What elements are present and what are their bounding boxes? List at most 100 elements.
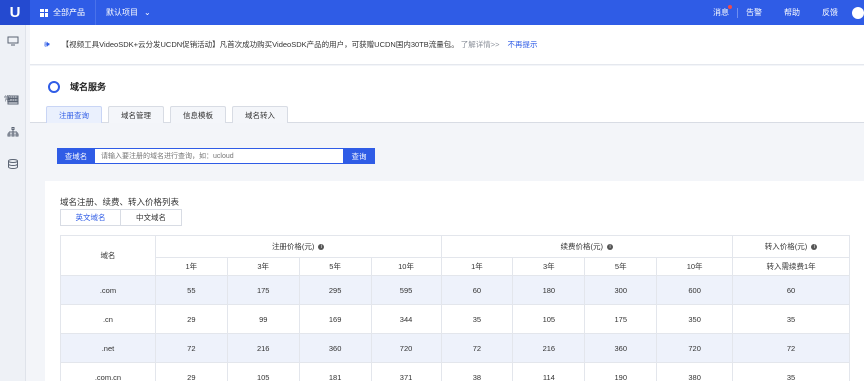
price-cell: 72 <box>154 333 228 363</box>
price-cell: 175 <box>226 275 300 305</box>
price-cell: 99 <box>226 304 300 334</box>
price-cell: 371 <box>370 362 442 381</box>
price-cell: 29 <box>154 362 228 381</box>
table-row: .cn 29 99 169 344 35 105 175 350 35 <box>60 304 850 334</box>
grid-icon <box>40 8 48 17</box>
price-cell: 35 <box>732 362 850 381</box>
price-cell: 295 <box>298 275 372 305</box>
sidebar: 常用 <box>0 25 26 381</box>
year-header: 10年 <box>656 257 734 276</box>
project-label: 默认项目 <box>106 8 138 17</box>
domain-search-input[interactable] <box>95 148 343 164</box>
year-header: 3年 <box>226 257 300 276</box>
transfer-sub-header: 转入需续费1年 <box>732 257 850 276</box>
price-table: 域名 注册价格(元) i 续费价格(元) i 转入价格(元) i 1年 3年 5年 1… <box>60 235 850 381</box>
price-cell: 600 <box>656 275 734 305</box>
unread-dot <box>728 5 732 9</box>
info-icon[interactable]: i <box>607 244 614 251</box>
price-cell: 181 <box>298 362 372 381</box>
info-icon[interactable]: i <box>318 244 325 251</box>
year-header: 1年 <box>440 257 514 276</box>
notice-dismiss-link[interactable]: 不再提示 <box>508 39 538 50</box>
table-row: .com 55 175 295 595 60 180 300 600 60 <box>60 275 850 305</box>
price-cell: 720 <box>656 333 734 363</box>
domain-type-tabs: 英文域名 中文域名 <box>60 209 182 226</box>
feedback-link[interactable]: 反馈 <box>814 7 846 18</box>
table-row: .com.cn 29 105 181 371 38 114 190 380 35 <box>60 362 850 381</box>
domain-cell: .com.cn <box>60 362 156 381</box>
tab-english-domain[interactable]: 英文域名 <box>61 210 121 225</box>
price-cell: 60 <box>440 275 514 305</box>
notice-text: 【视频工具VideoSDK+云分发UCDN促销活动】凡首次成功购买VideoSD… <box>61 40 459 49</box>
price-cell: 72 <box>440 333 514 363</box>
price-cell: 60 <box>732 275 850 305</box>
all-products-label: 全部产品 <box>53 8 85 17</box>
price-cell: 105 <box>512 304 586 334</box>
domain-cell: .com <box>60 275 156 305</box>
domain-service-icon <box>48 80 60 93</box>
tab-chinese-domain[interactable]: 中文域名 <box>121 210 181 225</box>
price-cell: 360 <box>298 333 372 363</box>
year-header: 5年 <box>298 257 372 276</box>
price-cell: 380 <box>656 362 734 381</box>
col-domain-header: 域名 <box>60 235 156 276</box>
tab-bar: 注册查询 域名管理 信息模板 域名转入 <box>46 106 294 123</box>
year-header: 5年 <box>584 257 658 276</box>
domain-cell: .net <box>60 333 156 363</box>
price-cell: 35 <box>440 304 514 334</box>
price-cell: 175 <box>584 304 658 334</box>
price-cell: 180 <box>512 275 586 305</box>
search-label: 查域名 <box>57 148 95 164</box>
notice-bar: 🕪 【视频工具VideoSDK+云分发UCDN促销活动】凡首次成功购买Video… <box>30 25 864 65</box>
info-icon[interactable]: i <box>811 244 818 251</box>
price-cell: 350 <box>656 304 734 334</box>
tab-info-template[interactable]: 信息模板 <box>170 106 226 123</box>
year-header: 10年 <box>370 257 442 276</box>
price-cell: 72 <box>732 333 850 363</box>
col-transfer-header: 转入价格(元) i <box>732 235 850 258</box>
price-list-title: 域名注册、续费、转入价格列表 <box>60 197 180 207</box>
price-cell: 55 <box>154 275 228 305</box>
logo[interactable]: U <box>0 0 30 25</box>
tab-register-query[interactable]: 注册查询 <box>46 106 102 123</box>
year-header: 3年 <box>512 257 586 276</box>
avatar[interactable] <box>852 6 864 19</box>
monitor-icon[interactable] <box>7 36 19 46</box>
list-icon[interactable] <box>7 95 19 105</box>
price-cell: 216 <box>226 333 300 363</box>
col-renew-header: 续费价格(元) i <box>440 235 734 258</box>
price-card: 域名注册、续费、转入价格列表 英文域名 中文域名 域名 注册价格(元) i 续费价… <box>45 181 864 381</box>
price-cell: 29 <box>154 304 228 334</box>
price-cell: 595 <box>370 275 442 305</box>
table-row: .net 72 216 360 720 72 216 360 720 72 <box>60 333 850 363</box>
all-products-menu[interactable]: 全部产品 <box>30 0 95 25</box>
price-cell: 190 <box>584 362 658 381</box>
tab-domain-transfer[interactable]: 域名转入 <box>232 106 288 123</box>
col-register-header: 注册价格(元) i <box>154 235 442 258</box>
price-cell: 114 <box>512 362 586 381</box>
messages-link[interactable]: 消息 <box>705 5 737 18</box>
domain-cell: .cn <box>60 304 156 334</box>
search-button[interactable]: 查询 <box>343 148 375 164</box>
alerts-link[interactable]: 告警 <box>738 7 770 18</box>
help-link[interactable]: 帮助 <box>776 7 808 18</box>
page-title: 域名服务 <box>70 82 107 92</box>
page-header: 域名服务 注册查询 域名管理 信息模板 域名转入 <box>30 66 864 123</box>
price-cell: 300 <box>584 275 658 305</box>
domain-search: 查域名 查询 <box>57 148 375 164</box>
project-selector[interactable]: 默认项目 ⌄ <box>96 0 161 25</box>
price-cell: 105 <box>226 362 300 381</box>
page-title-row: 域名服务 <box>48 80 106 93</box>
price-cell: 360 <box>584 333 658 363</box>
network-icon[interactable] <box>7 127 19 137</box>
price-cell: 35 <box>732 304 850 334</box>
year-header: 1年 <box>154 257 228 276</box>
tab-domain-management[interactable]: 域名管理 <box>108 106 164 123</box>
notice-more-link[interactable]: 了解详情>> <box>461 39 500 50</box>
top-navbar: U 全部产品 默认项目 ⌄ 消息 告警 帮助 反馈 <box>0 0 864 25</box>
database-icon[interactable] <box>7 159 19 169</box>
price-cell: 216 <box>512 333 586 363</box>
price-cell: 720 <box>370 333 442 363</box>
price-cell: 38 <box>440 362 514 381</box>
chevron-down-icon: ⌄ <box>144 8 151 17</box>
